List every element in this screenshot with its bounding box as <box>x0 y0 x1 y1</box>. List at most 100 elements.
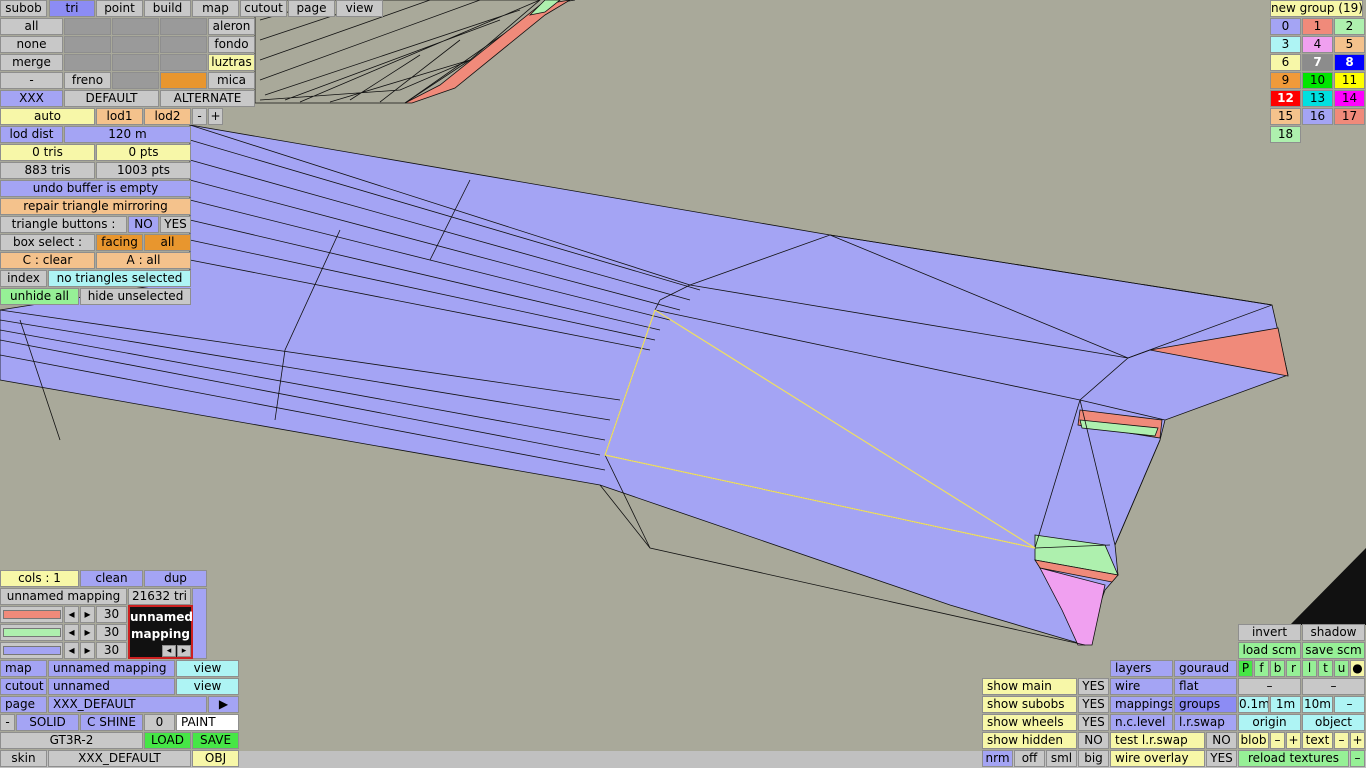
reload-textures-button[interactable]: reload textures <box>1238 750 1349 767</box>
wire-overlay-toggle[interactable]: YES <box>1206 750 1237 767</box>
skin-value[interactable]: XXX_DEFAULT <box>48 750 191 767</box>
reload-minus[interactable]: – <box>1350 750 1365 767</box>
lod-plus-button[interactable]: + <box>208 108 223 125</box>
subob-slot[interactable] <box>112 72 159 89</box>
flag-dot-button[interactable]: ● <box>1350 660 1365 677</box>
dup-button[interactable]: dup <box>144 570 207 587</box>
sml-button[interactable]: sml <box>1046 750 1077 767</box>
variant-alternate[interactable]: ALTERNATE <box>160 90 255 107</box>
load-button[interactable]: LOAD <box>144 732 191 749</box>
scale-1m-button[interactable]: 1m <box>1270 696 1301 713</box>
mapping-scrollbar[interactable] <box>192 588 207 659</box>
object-button[interactable]: object <box>1302 714 1365 731</box>
group-swatch-14[interactable]: 14 <box>1334 90 1365 107</box>
variant-xxx[interactable]: XXX <box>0 90 63 107</box>
group-swatch-10[interactable]: 10 <box>1302 72 1333 89</box>
wire-button[interactable]: wire <box>1110 678 1173 695</box>
arrow-left-icon[interactable]: ◂ <box>64 642 79 659</box>
lod-dist-value[interactable]: 120 m <box>64 126 191 143</box>
flag-u-button[interactable]: u <box>1334 660 1349 677</box>
solid-minus-button[interactable]: - <box>0 714 15 731</box>
flag-b-button[interactable]: b <box>1270 660 1285 677</box>
subob-mica[interactable]: mica <box>208 72 255 89</box>
arrow-right-icon[interactable]: ▸ <box>80 624 95 641</box>
invert-button[interactable]: invert <box>1238 624 1301 641</box>
box-select-all[interactable]: all <box>144 234 191 251</box>
off-button[interactable]: off <box>1014 750 1045 767</box>
flag-f-button[interactable]: f <box>1254 660 1269 677</box>
new-group-button[interactable]: new group (19) <box>1270 0 1363 17</box>
show-hidden-toggle[interactable]: NO <box>1078 732 1109 749</box>
shine-value[interactable]: 0 <box>144 714 175 731</box>
blue-value[interactable]: 30 <box>96 642 127 659</box>
group-swatch-2[interactable]: 2 <box>1334 18 1365 35</box>
solid-button[interactable]: SOLID <box>16 714 79 731</box>
merge-button[interactable]: merge <box>0 54 63 71</box>
show-wheels-toggle[interactable]: YES <box>1078 714 1109 731</box>
select-all-button[interactable]: all <box>0 18 63 35</box>
arrow-right-icon[interactable]: ▸ <box>80 606 95 623</box>
subob-aleron[interactable]: aleron <box>208 18 255 35</box>
subob-slot[interactable] <box>160 18 207 35</box>
paint-field[interactable]: PAINT <box>176 714 239 731</box>
dash-button[interactable]: - <box>0 72 63 89</box>
color-slider-green[interactable] <box>0 624 63 641</box>
preview-left-icon[interactable]: ◂ <box>162 645 176 657</box>
map-value[interactable]: unnamed mapping <box>48 660 175 677</box>
repair-mirroring-button[interactable]: repair triangle mirroring <box>0 198 191 215</box>
scale-minus-button[interactable]: – <box>1334 696 1365 713</box>
triangle-buttons-no[interactable]: NO <box>128 216 159 233</box>
scale-0.1m-button[interactable]: 0.1m <box>1238 696 1269 713</box>
group-swatch-13[interactable]: 13 <box>1302 90 1333 107</box>
show-main-toggle[interactable]: YES <box>1078 678 1109 695</box>
triangle-buttons-yes[interactable]: YES <box>160 216 191 233</box>
select-all-tri-button[interactable]: A : all <box>96 252 191 269</box>
save-scm-button[interactable]: save scm <box>1302 642 1365 659</box>
arrow-left-icon[interactable]: ◂ <box>64 606 79 623</box>
subob-slot[interactable] <box>64 18 111 35</box>
subob-fondo[interactable]: fondo <box>208 36 255 53</box>
group-swatch-15[interactable]: 15 <box>1270 108 1301 125</box>
mode-page-button[interactable]: page <box>288 0 335 17</box>
group-swatch-1[interactable]: 1 <box>1302 18 1333 35</box>
map-view-button[interactable]: view <box>176 660 239 677</box>
clear-button[interactable]: C : clear <box>0 252 95 269</box>
cols-button[interactable]: cols : 1 <box>0 570 79 587</box>
shadow-button[interactable]: shadow <box>1302 624 1365 641</box>
group-swatch-9[interactable]: 9 <box>1270 72 1301 89</box>
group-swatch-17[interactable]: 17 <box>1334 108 1365 125</box>
text-button[interactable]: text <box>1302 732 1333 749</box>
groups-button[interactable]: groups <box>1174 696 1237 713</box>
mapping-name[interactable]: unnamed mapping <box>0 588 127 605</box>
group-swatch-4[interactable]: 4 <box>1302 36 1333 53</box>
lod-minus-button[interactable]: - <box>192 108 207 125</box>
obj-button[interactable]: OBJ <box>192 750 239 767</box>
group-swatch-12[interactable]: 12 <box>1270 90 1301 107</box>
flag-l-button[interactable]: l <box>1302 660 1317 677</box>
flat-button[interactable]: flat <box>1174 678 1237 695</box>
subob-luztras[interactable]: luztras <box>208 54 255 71</box>
blob-button[interactable]: blob <box>1238 732 1269 749</box>
green-value[interactable]: 30 <box>96 624 127 641</box>
flag-r-button[interactable]: r <box>1286 660 1301 677</box>
show-subobs-toggle[interactable]: YES <box>1078 696 1109 713</box>
flag-t-button[interactable]: t <box>1318 660 1333 677</box>
lod2-button[interactable]: lod2 <box>144 108 191 125</box>
page-value[interactable]: XXX_DEFAULT <box>48 696 207 713</box>
text-minus[interactable]: – <box>1334 732 1349 749</box>
index-button[interactable]: index <box>0 270 47 287</box>
mode-point-button[interactable]: point <box>96 0 143 17</box>
subob-slot[interactable] <box>112 54 159 71</box>
save-button[interactable]: SAVE <box>192 732 239 749</box>
cshine-button[interactable]: C SHINE <box>80 714 143 731</box>
load-scm-button[interactable]: load scm <box>1238 642 1301 659</box>
group-swatch-5[interactable]: 5 <box>1334 36 1365 53</box>
origin-button[interactable]: origin <box>1238 714 1301 731</box>
mode-tri-button[interactable]: tri <box>49 0 95 17</box>
arrow-right-icon[interactable]: ▸ <box>80 642 95 659</box>
subob-slot[interactable] <box>112 36 159 53</box>
mode-view-button[interactable]: view <box>336 0 383 17</box>
subob-slot[interactable] <box>64 36 111 53</box>
box-select-facing[interactable]: facing <box>96 234 143 251</box>
subob-slot[interactable] <box>160 36 207 53</box>
